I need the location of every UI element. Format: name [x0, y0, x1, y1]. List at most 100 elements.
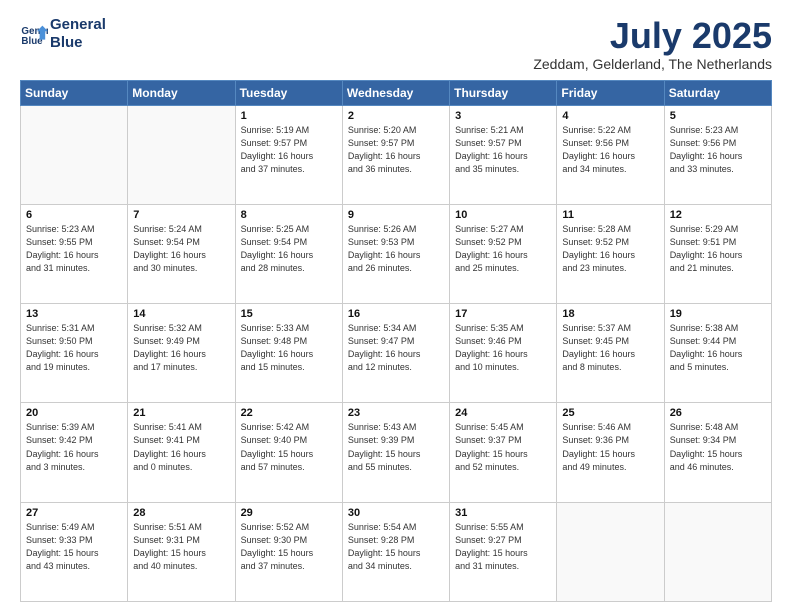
table-row: 13Sunrise: 5:31 AM Sunset: 9:50 PM Dayli…: [21, 304, 128, 403]
day-number: 7: [133, 209, 229, 221]
table-row: 6 Sunrise: 5:23 AM Sunset: 9:55 PM Daylig…: [21, 204, 128, 303]
day-number: 3: [455, 110, 551, 122]
calendar-header-row: Sunday Monday Tuesday Wednesday Thursday…: [21, 80, 772, 105]
day-info: Sunrise: 5:20 AM Sunset: 9:57 PM Dayligh…: [348, 124, 444, 176]
table-row: 22 Sunrise: 5:42 AM Sunset: 9:40 PM Dayli…: [235, 403, 342, 502]
table-row: [664, 502, 771, 601]
day-number: 4: [562, 110, 658, 122]
day-info: Sunrise: 5:54 AM Sunset: 9:28 PM Dayligh…: [348, 521, 444, 573]
day-info: Sunrise: 5:41 AM Sunset: 9:41 PM Dayligh…: [133, 421, 229, 473]
calendar-week-1: 1 Sunrise: 5:19 AM Sunset: 9:57 PM Daylig…: [21, 105, 772, 204]
day-number: 31: [455, 507, 551, 519]
day-number: 12: [670, 209, 766, 221]
table-row: 17 Sunrise: 5:35 AM Sunset: 9:46 PM Dayli…: [450, 304, 557, 403]
day-number: 17: [455, 308, 551, 320]
table-row: 18 Sunrise: 5:37 AM Sunset: 9:45 PM Dayli…: [557, 304, 664, 403]
calendar-week-2: 6 Sunrise: 5:23 AM Sunset: 9:55 PM Daylig…: [21, 204, 772, 303]
table-row: 5 Sunrise: 5:23 AM Sunset: 9:56 PM Daylig…: [664, 105, 771, 204]
day-info: Sunrise: 5:35 AM Sunset: 9:46 PM Dayligh…: [455, 322, 551, 374]
day-info: Sunrise: 5:26 AM Sunset: 9:53 PM Dayligh…: [348, 223, 444, 275]
table-row: 28 Sunrise: 5:51 AM Sunset: 9:31 PM Dayli…: [128, 502, 235, 601]
logo-icon: General Blue: [20, 20, 48, 48]
col-sunday: Sunday: [21, 80, 128, 105]
day-number: 14: [133, 308, 229, 320]
table-row: [557, 502, 664, 601]
day-number: 30: [348, 507, 444, 519]
calendar-week-3: 13Sunrise: 5:31 AM Sunset: 9:50 PM Dayli…: [21, 304, 772, 403]
table-row: 27 Sunrise: 5:49 AM Sunset: 9:33 PM Dayli…: [21, 502, 128, 601]
day-info: Sunrise: 5:23 AM Sunset: 9:56 PM Dayligh…: [670, 124, 766, 176]
table-row: 14 Sunrise: 5:32 AM Sunset: 9:49 PM Dayli…: [128, 304, 235, 403]
location: Zeddam, Gelderland, The Netherlands: [533, 56, 772, 72]
table-row: 4 Sunrise: 5:22 AM Sunset: 9:56 PM Daylig…: [557, 105, 664, 204]
day-info: Sunrise: 5:33 AM Sunset: 9:48 PM Dayligh…: [241, 322, 337, 374]
table-row: 30 Sunrise: 5:54 AM Sunset: 9:28 PM Dayli…: [342, 502, 449, 601]
day-info: Sunrise: 5:27 AM Sunset: 9:52 PM Dayligh…: [455, 223, 551, 275]
day-info: Sunrise: 5:37 AM Sunset: 9:45 PM Dayligh…: [562, 322, 658, 374]
table-row: 1 Sunrise: 5:19 AM Sunset: 9:57 PM Daylig…: [235, 105, 342, 204]
table-row: 19Sunrise: 5:38 AM Sunset: 9:44 PM Dayli…: [664, 304, 771, 403]
day-info: Sunrise: 5:43 AM Sunset: 9:39 PM Dayligh…: [348, 421, 444, 473]
calendar-week-5: 27 Sunrise: 5:49 AM Sunset: 9:33 PM Dayli…: [21, 502, 772, 601]
day-info: Sunrise: 5:46 AM Sunset: 9:36 PM Dayligh…: [562, 421, 658, 473]
day-info: Sunrise: 5:39 AM Sunset: 9:42 PM Dayligh…: [26, 421, 122, 473]
day-number: 11: [562, 209, 658, 221]
table-row: 21Sunrise: 5:41 AM Sunset: 9:41 PM Dayli…: [128, 403, 235, 502]
day-info: Sunrise: 5:38 AM Sunset: 9:44 PM Dayligh…: [670, 322, 766, 374]
day-info: Sunrise: 5:21 AM Sunset: 9:57 PM Dayligh…: [455, 124, 551, 176]
day-number: 29: [241, 507, 337, 519]
day-number: 13: [26, 308, 122, 320]
header: General Blue General Blue July 2025 Zedd…: [20, 16, 772, 72]
month-title: July 2025: [533, 16, 772, 56]
day-info: Sunrise: 5:51 AM Sunset: 9:31 PM Dayligh…: [133, 521, 229, 573]
table-row: 11 Sunrise: 5:28 AM Sunset: 9:52 PM Dayli…: [557, 204, 664, 303]
day-number: 10: [455, 209, 551, 221]
day-info: Sunrise: 5:49 AM Sunset: 9:33 PM Dayligh…: [26, 521, 122, 573]
day-info: Sunrise: 5:23 AM Sunset: 9:55 PM Dayligh…: [26, 223, 122, 275]
table-row: 25 Sunrise: 5:46 AM Sunset: 9:36 PM Dayli…: [557, 403, 664, 502]
day-info: Sunrise: 5:29 AM Sunset: 9:51 PM Dayligh…: [670, 223, 766, 275]
col-thursday: Thursday: [450, 80, 557, 105]
table-row: 12 Sunrise: 5:29 AM Sunset: 9:51 PM Dayli…: [664, 204, 771, 303]
col-saturday: Saturday: [664, 80, 771, 105]
day-info: Sunrise: 5:19 AM Sunset: 9:57 PM Dayligh…: [241, 124, 337, 176]
col-wednesday: Wednesday: [342, 80, 449, 105]
day-number: 1: [241, 110, 337, 122]
day-number: 27: [26, 507, 122, 519]
day-number: 8: [241, 209, 337, 221]
day-number: 28: [133, 507, 229, 519]
day-number: 15: [241, 308, 337, 320]
day-info: Sunrise: 5:52 AM Sunset: 9:30 PM Dayligh…: [241, 521, 337, 573]
table-row: 8 Sunrise: 5:25 AM Sunset: 9:54 PM Daylig…: [235, 204, 342, 303]
table-row: 26 Sunrise: 5:48 AM Sunset: 9:34 PM Dayli…: [664, 403, 771, 502]
table-row: 7 Sunrise: 5:24 AM Sunset: 9:54 PM Daylig…: [128, 204, 235, 303]
table-row: 16Sunrise: 5:34 AM Sunset: 9:47 PM Dayli…: [342, 304, 449, 403]
day-number: 22: [241, 407, 337, 419]
day-number: 23: [348, 407, 444, 419]
table-row: 31Sunrise: 5:55 AM Sunset: 9:27 PM Dayli…: [450, 502, 557, 601]
logo-line2: Blue: [50, 34, 106, 52]
day-number: 5: [670, 110, 766, 122]
day-info: Sunrise: 5:25 AM Sunset: 9:54 PM Dayligh…: [241, 223, 337, 275]
day-number: 20: [26, 407, 122, 419]
calendar-table: Sunday Monday Tuesday Wednesday Thursday…: [20, 80, 772, 602]
day-number: 2: [348, 110, 444, 122]
day-number: 6: [26, 209, 122, 221]
table-row: 3 Sunrise: 5:21 AM Sunset: 9:57 PM Daylig…: [450, 105, 557, 204]
col-friday: Friday: [557, 80, 664, 105]
day-number: 9: [348, 209, 444, 221]
day-number: 24: [455, 407, 551, 419]
day-info: Sunrise: 5:48 AM Sunset: 9:34 PM Dayligh…: [670, 421, 766, 473]
day-number: 18: [562, 308, 658, 320]
page: General Blue General Blue July 2025 Zedd…: [0, 0, 792, 612]
day-info: Sunrise: 5:28 AM Sunset: 9:52 PM Dayligh…: [562, 223, 658, 275]
day-info: Sunrise: 5:22 AM Sunset: 9:56 PM Dayligh…: [562, 124, 658, 176]
day-number: 25: [562, 407, 658, 419]
table-row: 2 Sunrise: 5:20 AM Sunset: 9:57 PM Daylig…: [342, 105, 449, 204]
day-number: 26: [670, 407, 766, 419]
table-row: [21, 105, 128, 204]
day-info: Sunrise: 5:42 AM Sunset: 9:40 PM Dayligh…: [241, 421, 337, 473]
day-info: Sunrise: 5:32 AM Sunset: 9:49 PM Dayligh…: [133, 322, 229, 374]
table-row: 29 Sunrise: 5:52 AM Sunset: 9:30 PM Dayli…: [235, 502, 342, 601]
day-info: Sunrise: 5:24 AM Sunset: 9:54 PM Dayligh…: [133, 223, 229, 275]
